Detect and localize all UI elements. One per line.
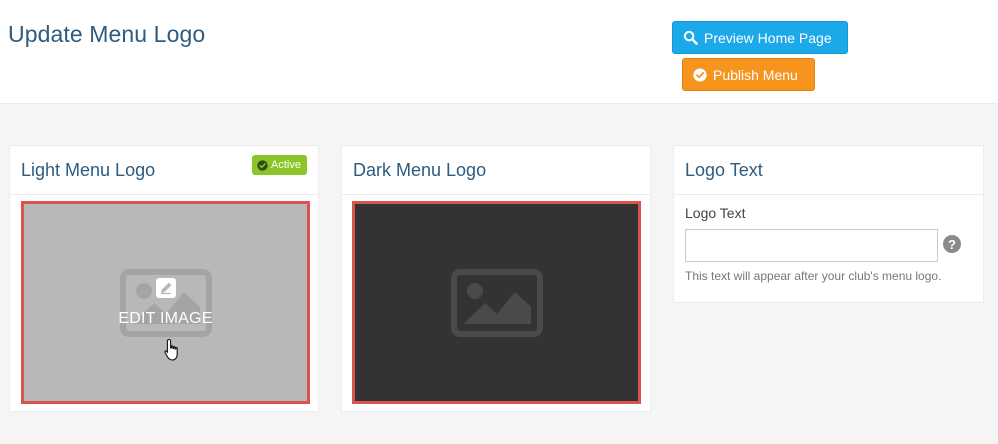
logo-text-panel: Logo Text Logo Text ? This text will app…	[673, 145, 984, 303]
preview-button-label: Preview Home Page	[704, 29, 832, 46]
page-header: Update Menu Logo Preview Home Page Publi…	[0, 0, 998, 104]
logo-text-help: This text will appear after your club's …	[685, 269, 942, 283]
help-icon[interactable]: ?	[943, 235, 961, 253]
logo-text-label: Logo Text	[685, 205, 746, 221]
preview-home-page-button[interactable]: Preview Home Page	[672, 21, 848, 54]
check-circle-icon	[693, 67, 707, 82]
page-title: Update Menu Logo	[8, 21, 206, 47]
publish-button-label: Publish Menu	[713, 66, 798, 83]
panel-header: Dark Menu Logo	[342, 146, 650, 195]
search-icon	[683, 30, 698, 45]
light-menu-logo-panel: Light Menu Logo Active EDIT IMAGE	[9, 145, 319, 412]
panel-title: Logo Text	[685, 160, 763, 180]
image-placeholder-icon	[450, 268, 543, 337]
panel-title: Light Menu Logo	[21, 160, 156, 180]
dark-menu-logo-panel: Dark Menu Logo	[341, 145, 651, 412]
logo-text-input[interactable]	[685, 229, 938, 262]
panel-header: Light Menu Logo Active	[10, 146, 318, 195]
light-logo-image[interactable]: EDIT IMAGE	[21, 201, 310, 404]
check-circle-icon	[257, 159, 268, 171]
edit-icon	[155, 277, 176, 298]
hand-pointer-icon	[164, 338, 178, 361]
edit-image-label: EDIT IMAGE	[118, 309, 213, 327]
dark-logo-image[interactable]	[352, 201, 641, 404]
publish-menu-button[interactable]: Publish Menu	[682, 58, 815, 91]
active-badge: Active	[252, 155, 307, 175]
badge-label: Active	[271, 159, 301, 171]
panel-title: Dark Menu Logo	[353, 160, 487, 180]
panel-header: Logo Text	[674, 146, 983, 195]
edit-image-overlay[interactable]: EDIT IMAGE	[24, 204, 307, 401]
